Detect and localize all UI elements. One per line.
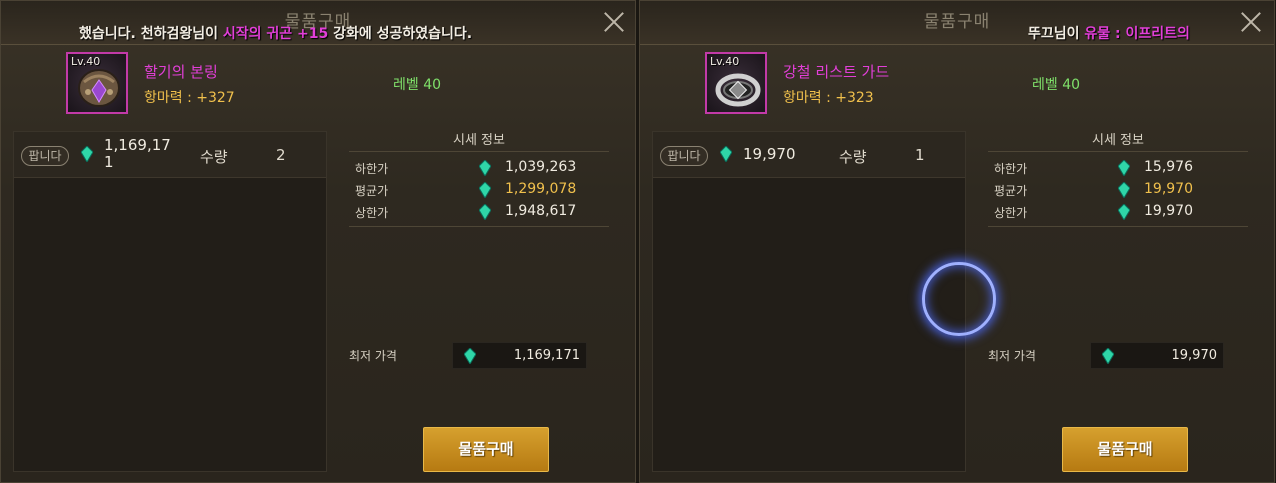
market-label: 상한가 [355, 206, 389, 220]
market-info-title: 시세 정보 [1092, 133, 1144, 148]
market-value: 15,976 [1144, 159, 1193, 175]
item-stat: 항마력 : +323 [783, 90, 874, 106]
quantity-value: 1 [915, 146, 925, 164]
market-label: 평균가 [994, 184, 1028, 198]
market-label: 하한가 [994, 162, 1028, 176]
buy-button[interactable]: 물품구매 [423, 427, 549, 472]
min-price-box: 1,169,171 [452, 342, 587, 369]
market-label: 평균가 [355, 184, 389, 198]
market-row-avg: 평균가 19,970 [988, 180, 1248, 200]
quantity-value: 2 [276, 146, 286, 164]
wrist-guard-icon [715, 73, 761, 107]
title-bar: 물품구매 뚜끄님이 유물 : 이프리트의 [640, 1, 1274, 45]
listing-price: 1,169,171 [104, 136, 171, 171]
market-info-title: 시세 정보 [453, 133, 505, 148]
notice-text: 뚜끄님이 [1028, 26, 1085, 42]
item-name: 할기의 본링 [144, 63, 218, 81]
min-price-box: 19,970 [1090, 342, 1224, 369]
market-value: 1,948,617 [505, 203, 577, 219]
notice-text: 했습니다. 천하검왕님이 [79, 26, 223, 42]
broadcast-notice: 했습니다. 천하검왕님이 시작의 귀곤 +15 강화에 성공하였습니다. [79, 23, 472, 43]
market-row-avg: 평균가 1,299,078 [349, 180, 609, 200]
market-row-high: 상한가 1,948,617 [349, 202, 609, 222]
listing-row[interactable]: 팝니다 19,970 수량 1 [653, 132, 965, 178]
broadcast-notice: 뚜끄님이 유물 : 이프리트의 [1028, 23, 1190, 43]
title-bar: 물품구매 했습니다. 천하검왕님이 시작의 귀곤 +15 강화에 성공하였습니다… [1, 1, 635, 45]
market-info: 하한가 1,039,263 평균가 1,299,078 상한가 1,948,61… [349, 151, 609, 227]
item-icon[interactable]: Lv.40 [66, 52, 128, 114]
close-icon[interactable] [1238, 9, 1264, 35]
market-info: 하한가 15,976 평균가 19,970 상한가 19,970 [988, 151, 1248, 227]
item-level: 레벨 40 [1032, 77, 1081, 93]
gem-icon [720, 146, 732, 162]
market-row-low: 하한가 1,039,263 [349, 158, 609, 178]
gem-icon [479, 160, 491, 176]
min-price-value: 19,970 [1171, 348, 1218, 363]
sell-badge: 팝니다 [660, 146, 708, 166]
item-icon[interactable]: Lv.40 [705, 52, 767, 114]
min-price-label: 최저 가격 [349, 349, 397, 363]
listing-list[interactable]: 팝니다 19,970 수량 1 [652, 131, 966, 472]
quantity-label: 수량 [839, 148, 867, 166]
purchase-dialog-2: 물품구매 뚜끄님이 유물 : 이프리트의 Lv.40 강철 리스트 가드 항마력… [639, 0, 1275, 483]
gem-icon [1118, 160, 1130, 176]
listing-list[interactable]: 팝니다 1,169,171 수량 2 [13, 131, 327, 472]
gem-icon [1118, 204, 1130, 220]
notice-text-end: 강화에 성공하였습니다. [328, 26, 473, 42]
market-label: 상한가 [994, 206, 1028, 220]
quantity-label: 수량 [200, 148, 228, 166]
gem-icon [1118, 182, 1130, 198]
sell-badge: 팝니다 [21, 146, 69, 166]
notice-highlight: 시작의 귀곤 +15 [222, 26, 329, 42]
item-level: 레벨 40 [393, 77, 442, 93]
item-stat: 항마력 : +327 [144, 90, 235, 106]
gauntlet-icon [78, 69, 120, 107]
market-value: 1,299,078 [505, 181, 577, 197]
loading-spinner [922, 262, 996, 336]
market-value: 19,970 [1144, 181, 1193, 197]
gem-icon [81, 146, 93, 162]
min-price-label: 최저 가격 [988, 349, 1036, 363]
item-name: 강철 리스트 가드 [783, 63, 890, 81]
buy-button[interactable]: 물품구매 [1062, 427, 1188, 472]
notice-highlight: 유물 : 이프리트의 [1084, 26, 1190, 42]
market-label: 하한가 [355, 162, 389, 176]
min-price-value: 1,169,171 [513, 348, 580, 363]
close-icon[interactable] [601, 9, 627, 35]
market-row-high: 상한가 19,970 [988, 202, 1248, 222]
market-row-low: 하한가 15,976 [988, 158, 1248, 178]
gem-icon [1102, 348, 1114, 364]
gem-icon [479, 182, 491, 198]
gem-icon [464, 348, 476, 364]
purchase-dialog-1: 물품구매 했습니다. 천하검왕님이 시작의 귀곤 +15 강화에 성공하였습니다… [0, 0, 636, 483]
listing-price: 19,970 [743, 145, 796, 163]
gem-icon [479, 204, 491, 220]
market-value: 19,970 [1144, 203, 1193, 219]
listing-row[interactable]: 팝니다 1,169,171 수량 2 [14, 132, 326, 178]
market-value: 1,039,263 [505, 159, 577, 175]
